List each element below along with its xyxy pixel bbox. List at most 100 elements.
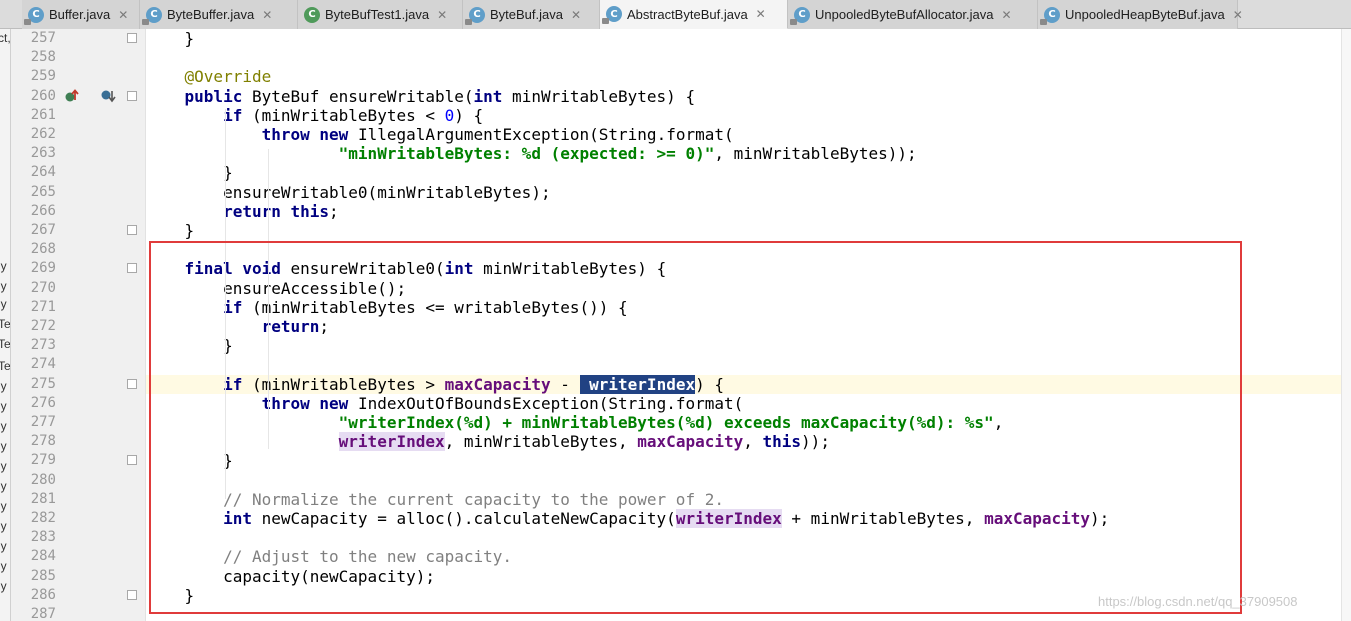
code-editor[interactable]: } @Override public ByteBuf ensureWritabl… bbox=[146, 29, 1351, 621]
code-token: public bbox=[184, 86, 243, 106]
line-number: 271 bbox=[30, 298, 56, 315]
code-token: } bbox=[146, 451, 233, 471]
close-icon[interactable]: ✕ bbox=[571, 8, 581, 22]
editor-tab[interactable]: C UnpooledHeapByteBuf.java ✕ bbox=[1038, 0, 1243, 29]
code-token: } bbox=[146, 163, 233, 183]
line-number: 274 bbox=[30, 356, 56, 373]
line-number: 263 bbox=[30, 145, 56, 162]
editor-tab[interactable]: C UnpooledByteBufAllocator.java ✕ bbox=[788, 0, 1038, 29]
class-icon-locked: C bbox=[142, 6, 162, 25]
code-token: IllegalArgumentException(String.format( bbox=[348, 125, 734, 144]
code-line[interactable]: ensureAccessible(); bbox=[146, 279, 1351, 298]
code-token: ) { bbox=[454, 105, 484, 125]
project-tree-fragment: iy bbox=[0, 539, 7, 553]
line-number: 269 bbox=[30, 260, 56, 277]
editor-scrollbar[interactable] bbox=[1341, 29, 1351, 621]
code-token: return bbox=[223, 201, 281, 221]
close-icon[interactable]: ✕ bbox=[1002, 8, 1012, 22]
fold-toggle-icon[interactable] bbox=[127, 90, 137, 101]
class-icon-locked: C bbox=[1040, 6, 1060, 25]
code-line[interactable]: writerIndex, minWritableBytes, maxCapaci… bbox=[146, 432, 1351, 452]
code-line[interactable]: final void ensureWritable0(int minWritab… bbox=[146, 259, 1351, 278]
close-icon[interactable]: ✕ bbox=[1233, 8, 1243, 22]
fold-toggle-icon[interactable] bbox=[127, 263, 137, 274]
code-line[interactable]: } bbox=[146, 163, 1351, 182]
editor-tab[interactable]: C ByteBuf.java ✕ bbox=[463, 0, 600, 29]
code-line[interactable]: "minWritableBytes: %d (expected: >= 0)",… bbox=[146, 144, 1351, 163]
code-line[interactable]: // Adjust to the new capacity. bbox=[146, 547, 1351, 566]
code-line[interactable]: if (minWritableBytes < 0) { bbox=[146, 106, 1351, 125]
code-token: (minWritableBytes < bbox=[242, 105, 445, 125]
line-number: 262 bbox=[30, 126, 56, 142]
code-line[interactable]: ensureWritable0(minWritableBytes); bbox=[146, 183, 1351, 202]
editor-tab[interactable]: C AbstractByteBuf.java ✕ bbox=[600, 0, 788, 29]
tab-label: Buffer.java bbox=[49, 7, 111, 22]
project-tree-fragment: iy bbox=[0, 479, 7, 493]
code-token: ) { bbox=[695, 374, 724, 394]
code-line[interactable]: throw new IllegalArgumentException(Strin… bbox=[146, 125, 1351, 144]
line-number: 283 bbox=[30, 529, 56, 546]
code-token: - bbox=[550, 374, 580, 394]
code-token: ensureWritable0( bbox=[280, 259, 445, 279]
code-line[interactable]: public ByteBuf ensureWritable(int minWri… bbox=[146, 87, 1351, 106]
code-line[interactable]: if (minWritableBytes > maxCapacity - wri… bbox=[146, 374, 1351, 394]
code-line[interactable]: int newCapacity = alloc().calculateNewCa… bbox=[146, 509, 1351, 528]
code-line[interactable]: // Normalize the current capacity to the… bbox=[146, 490, 1351, 509]
tab-label: UnpooledHeapByteBuf.java bbox=[1065, 7, 1225, 22]
tab-label: AbstractByteBuf.java bbox=[627, 6, 748, 22]
project-tree-fragment: Te bbox=[0, 359, 11, 373]
line-number: 270 bbox=[30, 279, 56, 296]
close-icon[interactable]: ✕ bbox=[262, 8, 272, 22]
code-line[interactable]: if (minWritableBytes <= writableBytes())… bbox=[146, 298, 1351, 317]
code-token: this bbox=[762, 432, 802, 452]
line-number: 261 bbox=[30, 106, 56, 123]
code-line[interactable]: throw new IndexOutOfBoundsException(Stri… bbox=[146, 394, 1351, 413]
fold-toggle-icon[interactable] bbox=[127, 33, 137, 43]
override-up-icon[interactable] bbox=[64, 88, 80, 104]
code-line[interactable]: @Override bbox=[146, 67, 1351, 86]
code-token: } bbox=[146, 29, 195, 48]
code-line[interactable] bbox=[146, 528, 1351, 547]
fold-toggle-icon[interactable] bbox=[127, 378, 137, 389]
editor-tab[interactable]: C ByteBuffer.java ✕ bbox=[140, 0, 298, 29]
close-icon[interactable]: ✕ bbox=[756, 7, 766, 21]
editor-tab[interactable]: C Buffer.java ✕ bbox=[22, 0, 140, 29]
indent-guide bbox=[268, 149, 269, 449]
code-token: ; bbox=[329, 201, 339, 221]
code-line[interactable]: "writerIndex(%d) + minWritableBytes(%d) … bbox=[146, 413, 1351, 432]
code-line[interactable]: } bbox=[146, 336, 1351, 355]
line-number: 286 bbox=[30, 586, 56, 603]
code-line[interactable]: return this; bbox=[146, 202, 1351, 221]
close-icon[interactable]: ✕ bbox=[118, 8, 128, 22]
line-number: 277 bbox=[30, 414, 56, 430]
code-token: (minWritableBytes > bbox=[242, 374, 445, 394]
fold-toggle-icon[interactable] bbox=[127, 225, 137, 235]
line-number: 258 bbox=[30, 49, 56, 66]
project-panel-strip[interactable]: ct, iy iy iy Te Te Te iy iy iy iy iy iy iy iy iy iy iy bbox=[0, 29, 11, 621]
code-token: IndexOutOfBoundsException(String.format( bbox=[348, 393, 744, 413]
class-icon-locked: C bbox=[24, 6, 44, 25]
code-line[interactable]: } bbox=[146, 451, 1351, 470]
close-icon[interactable]: ✕ bbox=[437, 8, 447, 22]
code-line[interactable] bbox=[146, 240, 1351, 259]
code-line[interactable]: return; bbox=[146, 317, 1351, 336]
code-line[interactable] bbox=[146, 48, 1351, 67]
editor-tab[interactable]: C ByteBufTest1.java ✕ bbox=[298, 0, 463, 29]
code-line[interactable]: } bbox=[146, 29, 1351, 48]
code-token: "minWritableBytes: %d (expected: >= 0)" bbox=[338, 144, 715, 164]
tab-label: UnpooledByteBufAllocator.java bbox=[815, 7, 994, 22]
line-number: 280 bbox=[30, 471, 56, 488]
fold-toggle-icon[interactable] bbox=[127, 455, 137, 466]
code-line[interactable] bbox=[146, 355, 1351, 374]
code-line[interactable]: } bbox=[146, 221, 1351, 240]
project-tree-fragment: iy bbox=[0, 559, 7, 573]
fold-toggle-icon[interactable] bbox=[127, 589, 137, 600]
code-token: 0 bbox=[444, 105, 455, 125]
code-token: int bbox=[473, 86, 503, 106]
code-line[interactable]: capacity(newCapacity); bbox=[146, 567, 1351, 586]
implemented-down-icon[interactable] bbox=[100, 88, 116, 104]
code-line[interactable] bbox=[146, 471, 1351, 490]
